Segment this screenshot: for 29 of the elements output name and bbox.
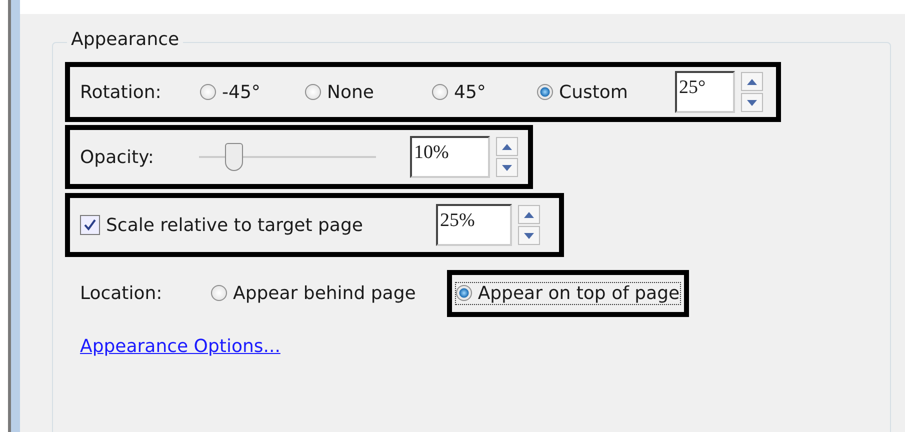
spin-down-button[interactable] — [518, 226, 540, 245]
radio-button[interactable]: Custom — [537, 82, 675, 102]
up-arrow-icon — [524, 212, 534, 218]
location-label: Location: — [80, 282, 164, 304]
down-arrow-icon — [524, 232, 534, 238]
spin-down-button[interactable] — [496, 158, 518, 177]
spin-down-button[interactable] — [741, 93, 763, 112]
checkbox[interactable] — [80, 215, 100, 235]
rotation-field[interactable]: 25° — [675, 71, 735, 113]
radio-button[interactable]: None — [305, 82, 432, 102]
appearance-options-link[interactable]: Appearance Options... — [80, 336, 280, 357]
rotation-label: Rotation: — [80, 82, 162, 102]
spin-up-button[interactable] — [518, 205, 540, 224]
radio-button[interactable]: 45° — [432, 82, 537, 102]
opacity-label: Opacity: — [80, 146, 155, 168]
spin-up-button[interactable] — [741, 72, 763, 91]
scale-label: Scale relative to target page — [106, 214, 364, 236]
up-arrow-icon — [502, 144, 512, 150]
up-arrow-icon — [747, 78, 757, 84]
group-title: Appearance — [67, 29, 184, 50]
radio-button[interactable]: Appear on top of page — [456, 282, 680, 304]
slider-thumb[interactable] — [225, 143, 244, 171]
spin-up-button[interactable] — [496, 137, 518, 156]
scale-field[interactable]: 25% — [436, 204, 512, 246]
down-arrow-icon — [747, 100, 757, 106]
down-arrow-icon — [502, 164, 512, 170]
opacity-field[interactable]: 10% — [410, 136, 490, 178]
radio-button[interactable]: -45° — [200, 82, 305, 102]
radio-button[interactable]: Appear behind page — [211, 282, 416, 304]
